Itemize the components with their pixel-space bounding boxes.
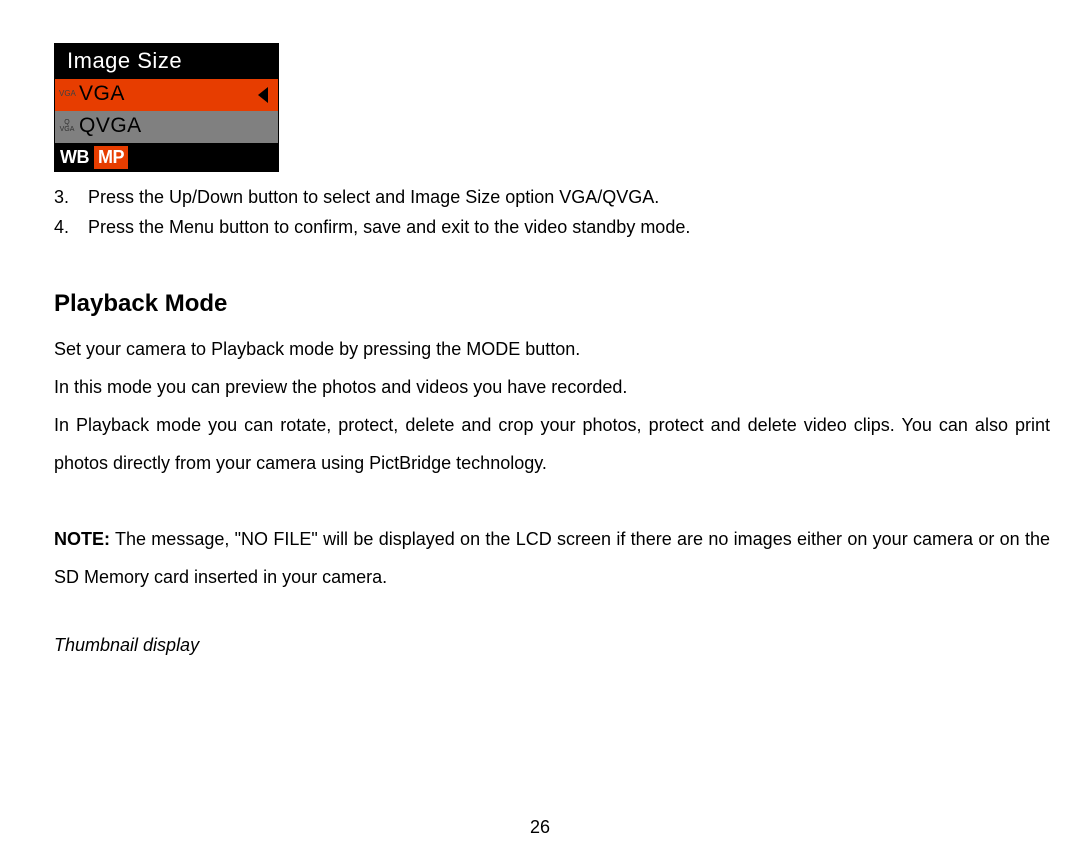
mp-tab-active: MP [94,146,128,169]
body-content: Set your camera to Playback mode by pres… [54,330,1050,596]
instruction-list: 3. Press the Up/Down button to select an… [54,183,1050,241]
instruction-step-4: 4. Press the Menu button to confirm, sav… [54,213,1050,241]
option-qvga-label: QVGA [79,114,142,138]
note-label: NOTE: [54,529,110,549]
step-text: Press the Menu button to confirm, save a… [88,213,690,241]
step-number: 3. [54,183,82,211]
menu-option-vga-selected: VGA VGA [55,79,278,111]
page-number: 26 [0,817,1080,838]
paragraph-2: In this mode you can preview the photos … [54,368,1050,406]
step-text: Press the Up/Down button to select and I… [88,183,659,211]
thumbnail-display-subheading: Thumbnail display [54,635,1050,656]
playback-mode-heading: Playback Mode [54,290,1050,318]
paragraph-1: Set your camera to Playback mode by pres… [54,330,1050,368]
image-size-menu-screenshot: Image Size VGA VGA Q VGA QVGA WB MP [54,43,279,172]
selected-indicator-icon [258,87,268,103]
menu-option-qvga: Q VGA QVGA [55,111,278,143]
step-number: 4. [54,213,82,241]
wb-tab: WB [57,146,92,169]
instruction-step-3: 3. Press the Up/Down button to select an… [54,183,1050,211]
option-prefix-tag: VGA [59,90,75,98]
option-prefix-tag: Q VGA [59,119,75,133]
menu-footer-tabs: WB MP [55,143,278,171]
note-paragraph: NOTE: The message, "NO FILE" will be dis… [54,520,1050,596]
note-text: The message, "NO FILE" will be displayed… [54,529,1050,587]
paragraph-3: In Playback mode you can rotate, protect… [54,406,1050,482]
option-vga-label: VGA [79,82,125,106]
menu-title: Image Size [55,44,278,79]
